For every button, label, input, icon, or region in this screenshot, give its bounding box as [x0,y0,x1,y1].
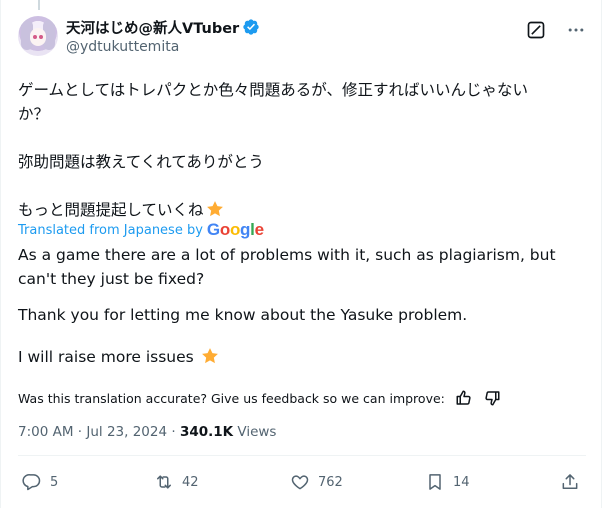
original-text-line-with-star: もっと問題提起していくね [18,198,225,220]
more-icon[interactable] [566,20,586,40]
original-text-line: ゲームとしてはトレパクとか色々問題あるが、修正すればいいんじゃない [18,81,528,99]
repost-count: 42 [182,474,199,490]
translated-by[interactable]: Translated from Japanese by Google [18,220,264,240]
top-actions [526,20,586,40]
avatar-eye-left [33,35,37,39]
avatar-eye-right [39,35,43,39]
translation-text-line: Thank you for letting me know about the … [18,306,468,324]
timestamp[interactable]: 7:00 AM · Jul 23, 2024 · [18,424,180,440]
views-label: Views [233,424,277,440]
repost-button[interactable]: 42 [154,471,199,493]
thumb-up-icon[interactable] [455,389,473,407]
author-handle[interactable]: @ydtukuttemita [66,39,179,55]
verified-badge-icon[interactable] [242,18,260,36]
tweet-card[interactable]: 天河はじめ@新人VTuber @ydtukuttemita ゲームとしてはトレパ… [0,0,602,508]
feedback-prompt: Was this translation accurate? Give us f… [18,390,445,406]
heart-icon [291,475,309,490]
left-border [0,0,1,508]
google-logo: Google [206,220,264,239]
repost-icon [157,475,171,489]
author-name-row[interactable]: 天河はじめ@新人VTuber [66,17,260,37]
translated-label: Translated from Japanese by [18,222,203,238]
reply-button[interactable]: 5 [22,471,58,493]
bookmark-count: 14 [453,474,470,490]
grok-icon[interactable] [526,20,546,40]
translation-text-line: I will raise more issues [18,348,194,366]
bookmark-icon [429,474,441,490]
like-count: 762 [318,474,343,490]
star-emoji-icon [201,348,218,364]
translation-text-line-with-star: I will raise more issues [18,346,220,366]
views-count: 340.1K [179,424,234,440]
reply-icon [22,474,41,491]
translation-text-line: As a game there are a lot of problems wi… [18,246,556,264]
original-text-line: もっと問題提起していくね [18,201,204,219]
bookmark-button[interactable]: 14 [425,471,470,493]
thumb-down-icon[interactable] [483,389,501,407]
author-display-name[interactable]: 天河はじめ@新人VTuber [66,17,239,38]
action-bar: 5 42 762 14 [0,471,602,493]
original-text-line: 弥助問題は教えてくれてありがとう [18,153,264,171]
reply-count: 5 [50,474,59,490]
original-text-line: か？ [18,105,50,123]
star-emoji-icon [206,201,223,217]
tweet-meta: 7:00 AM · Jul 23, 2024 · 340.1K Views [18,424,276,440]
divider [18,455,586,456]
avatar[interactable] [18,16,58,56]
like-button[interactable]: 762 [290,471,343,493]
share-button[interactable] [560,471,580,493]
translation-feedback: Was this translation accurate? Give us f… [18,389,501,407]
thread-line [38,0,40,10]
share-icon [562,474,578,489]
translation-text-line: can't they just be fixed? [18,270,205,288]
